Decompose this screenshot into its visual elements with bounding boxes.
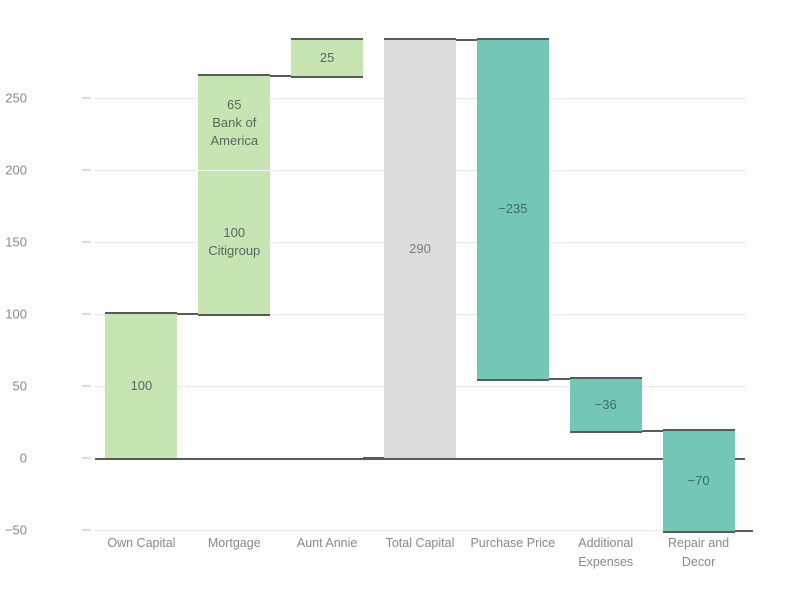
segment-divider [198,169,271,171]
bar-repair-and-decor[interactable]: −70 [662,428,735,534]
waterfall-chart: −50 0 50 100 150 200 250 100 100 Citigroup 65 Ban… [0,0,800,600]
bar-value-label: 290 [409,240,431,256]
y-tick-mark [82,457,91,459]
x-axis-labels: Own Capital Mortgage Aunt Annie Total Capit… [95,534,745,594]
y-tick-mark [82,529,91,531]
y-axis-tick-label: 200 [5,162,27,178]
bar-value-label: −235 [498,201,528,217]
bar-top-cap [291,38,364,40]
bar-value-label: 100 Citigroup [208,224,261,258]
waterfall-connector [641,429,663,432]
y-axis-tick-label: 0 [19,450,27,466]
y-axis-tick-label: 250 [5,90,27,106]
bar-top-cap [105,311,178,314]
bar-top-cap [384,38,456,40]
x-axis-label-purchase-price: Purchase Price [470,536,556,550]
waterfall-connector [177,312,199,315]
bar-value-label: 100 [130,377,153,393]
bar-top-cap [662,428,735,431]
bar-top-cap [198,74,271,77]
bar-bottom-cap [105,457,178,460]
bar-bottom-cap [198,313,271,316]
bar-purchase-price[interactable]: −235 [476,38,549,381]
bar-additional-expenses[interactable]: −36 [569,376,642,433]
x-axis-label-own-capital: Own Capital [107,536,176,550]
x-axis-label-mortgage: Mortgage [207,536,261,550]
bar-value-label: −70 [687,472,710,488]
bar-top-cap [476,38,549,40]
plot-area: −50 0 50 100 150 200 250 100 100 Citigroup 65 Ban… [5,38,753,538]
x-axis-label-total-capital: Total Capital [385,536,455,550]
y-tick-mark [82,313,91,315]
bar-bottom-cap [384,457,456,460]
y-axis-tick-label: −50 [4,522,27,538]
waterfall-connector [548,377,570,380]
bar-value-label: 25 [319,50,335,65]
bar-own-capital[interactable]: 100 [105,311,178,460]
waterfall-connector [363,456,384,459]
y-tick-mark [82,169,91,171]
y-tick-mark [82,97,91,99]
waterfall-connector [270,75,292,78]
x-axis-label-additional-expenses: Additional Expenses [578,536,634,569]
y-axis-tick-label: 150 [5,234,27,250]
y-axis-tick-label: 100 [5,306,27,322]
gridline [95,530,745,531]
bar-bottom-cap [569,430,642,433]
x-axis-label-repair-and-decor: Repair and Decor [667,536,730,569]
bar-bottom-cap [291,76,364,79]
y-tick-mark [82,241,91,243]
waterfall-connector [456,39,477,41]
bar-top-cap [569,376,642,379]
waterfall-connector-end [734,530,753,533]
bar-value-label: 65 Bank of America [210,96,259,148]
y-axis-tick-label: 50 [12,378,27,394]
bar-aunt-annie[interactable]: 25 [291,38,364,79]
y-tick-mark [82,385,91,387]
bar-value-label: −36 [594,396,617,412]
bar-bottom-cap [476,378,549,381]
bar-total-capital[interactable]: 290 [384,38,456,460]
bar-mortgage[interactable]: 100 Citigroup 65 Bank of America [198,74,271,316]
x-axis-label-aunt-annie: Aunt Annie [296,536,358,550]
